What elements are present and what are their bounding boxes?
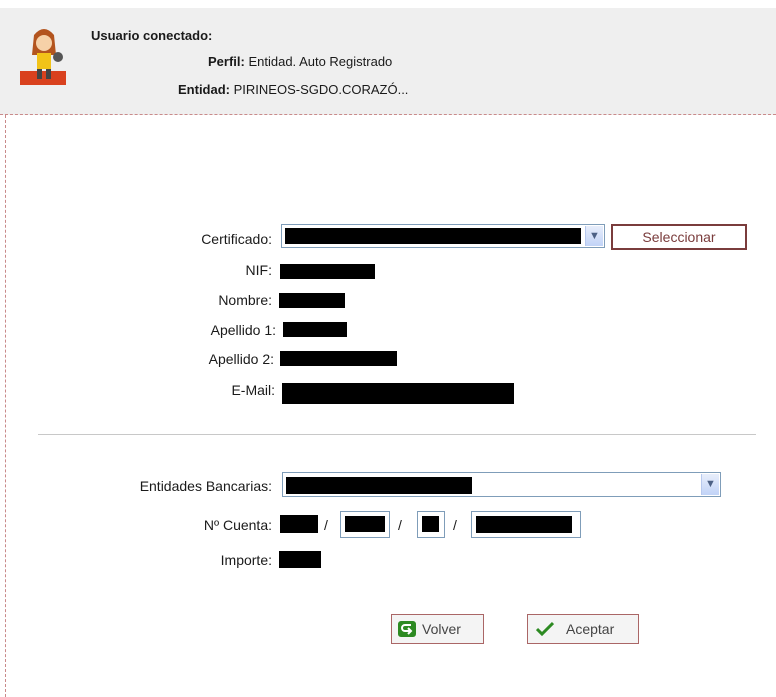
perfil-value: Entidad. Auto Registrado <box>248 54 393 69</box>
apellido1-value-redacted <box>283 322 347 337</box>
perfil-label: Perfil: <box>208 54 245 69</box>
cuenta-numero-redacted <box>476 516 572 533</box>
nif-label: NIF: <box>245 262 272 278</box>
importe-value-redacted <box>279 551 321 568</box>
entidades-label: Entidades Bancarias: <box>139 478 272 494</box>
volver-button[interactable]: Volver <box>391 614 484 644</box>
user-title: Usuario conectado: <box>91 28 213 43</box>
cuenta-label: Nº Cuenta: <box>203 517 272 533</box>
cuenta-separator: / <box>453 517 457 533</box>
cuenta-oficina-redacted <box>345 516 385 532</box>
cuenta-dc-input[interactable] <box>417 511 445 538</box>
cuenta-oficina-input[interactable] <box>340 511 390 538</box>
certificado-select[interactable]: ▼ <box>281 224 605 248</box>
aceptar-label: Aceptar <box>566 621 615 637</box>
apellido2-label: Apellido 2: <box>208 351 274 367</box>
user-header: Usuario conectado: Perfil: Entidad. Auto… <box>0 8 776 115</box>
certificado-label: Certificado: <box>201 231 272 247</box>
cuenta-dc-redacted <box>422 516 439 532</box>
nif-value-redacted <box>280 264 375 279</box>
certificado-value-redacted <box>285 228 581 244</box>
entidad-row: Entidad: PIRINEOS-SGDO.CORAZÓ... <box>178 82 408 97</box>
dropdown-arrow-icon[interactable]: ▼ <box>585 226 603 246</box>
entidades-select[interactable]: ▼ <box>282 472 721 497</box>
cuenta-numero-input[interactable] <box>471 511 581 538</box>
volver-label: Volver <box>422 621 461 637</box>
entidad-value: PIRINEOS-SGDO.CORAZÓ... <box>233 82 409 97</box>
apellido1-label: Apellido 1: <box>210 322 276 338</box>
email-value-redacted <box>282 383 514 404</box>
cuenta-separator: / <box>324 517 328 533</box>
email-label: E-Mail: <box>231 382 275 398</box>
importe-label: Importe: <box>220 552 272 568</box>
left-dashed-border <box>5 115 6 697</box>
nombre-label: Nombre: <box>218 292 272 308</box>
dropdown-arrow-icon[interactable]: ▼ <box>701 474 719 495</box>
perfil-row: Perfil: Entidad. Auto Registrado <box>208 54 392 69</box>
seleccionar-button[interactable]: Seleccionar <box>611 224 747 250</box>
entidad-value-redacted <box>286 477 472 494</box>
cuenta-entidad-redacted <box>280 515 318 533</box>
user-avatar-icon <box>20 29 66 85</box>
entidad-label: Entidad: <box>178 82 230 97</box>
aceptar-button[interactable]: Aceptar <box>527 614 639 644</box>
section-divider <box>38 434 756 435</box>
apellido2-value-redacted <box>280 351 397 366</box>
checkmark-icon <box>536 621 554 637</box>
nombre-value-redacted <box>279 293 345 308</box>
cuenta-separator: / <box>398 517 402 533</box>
volver-arrow-icon <box>398 621 416 637</box>
